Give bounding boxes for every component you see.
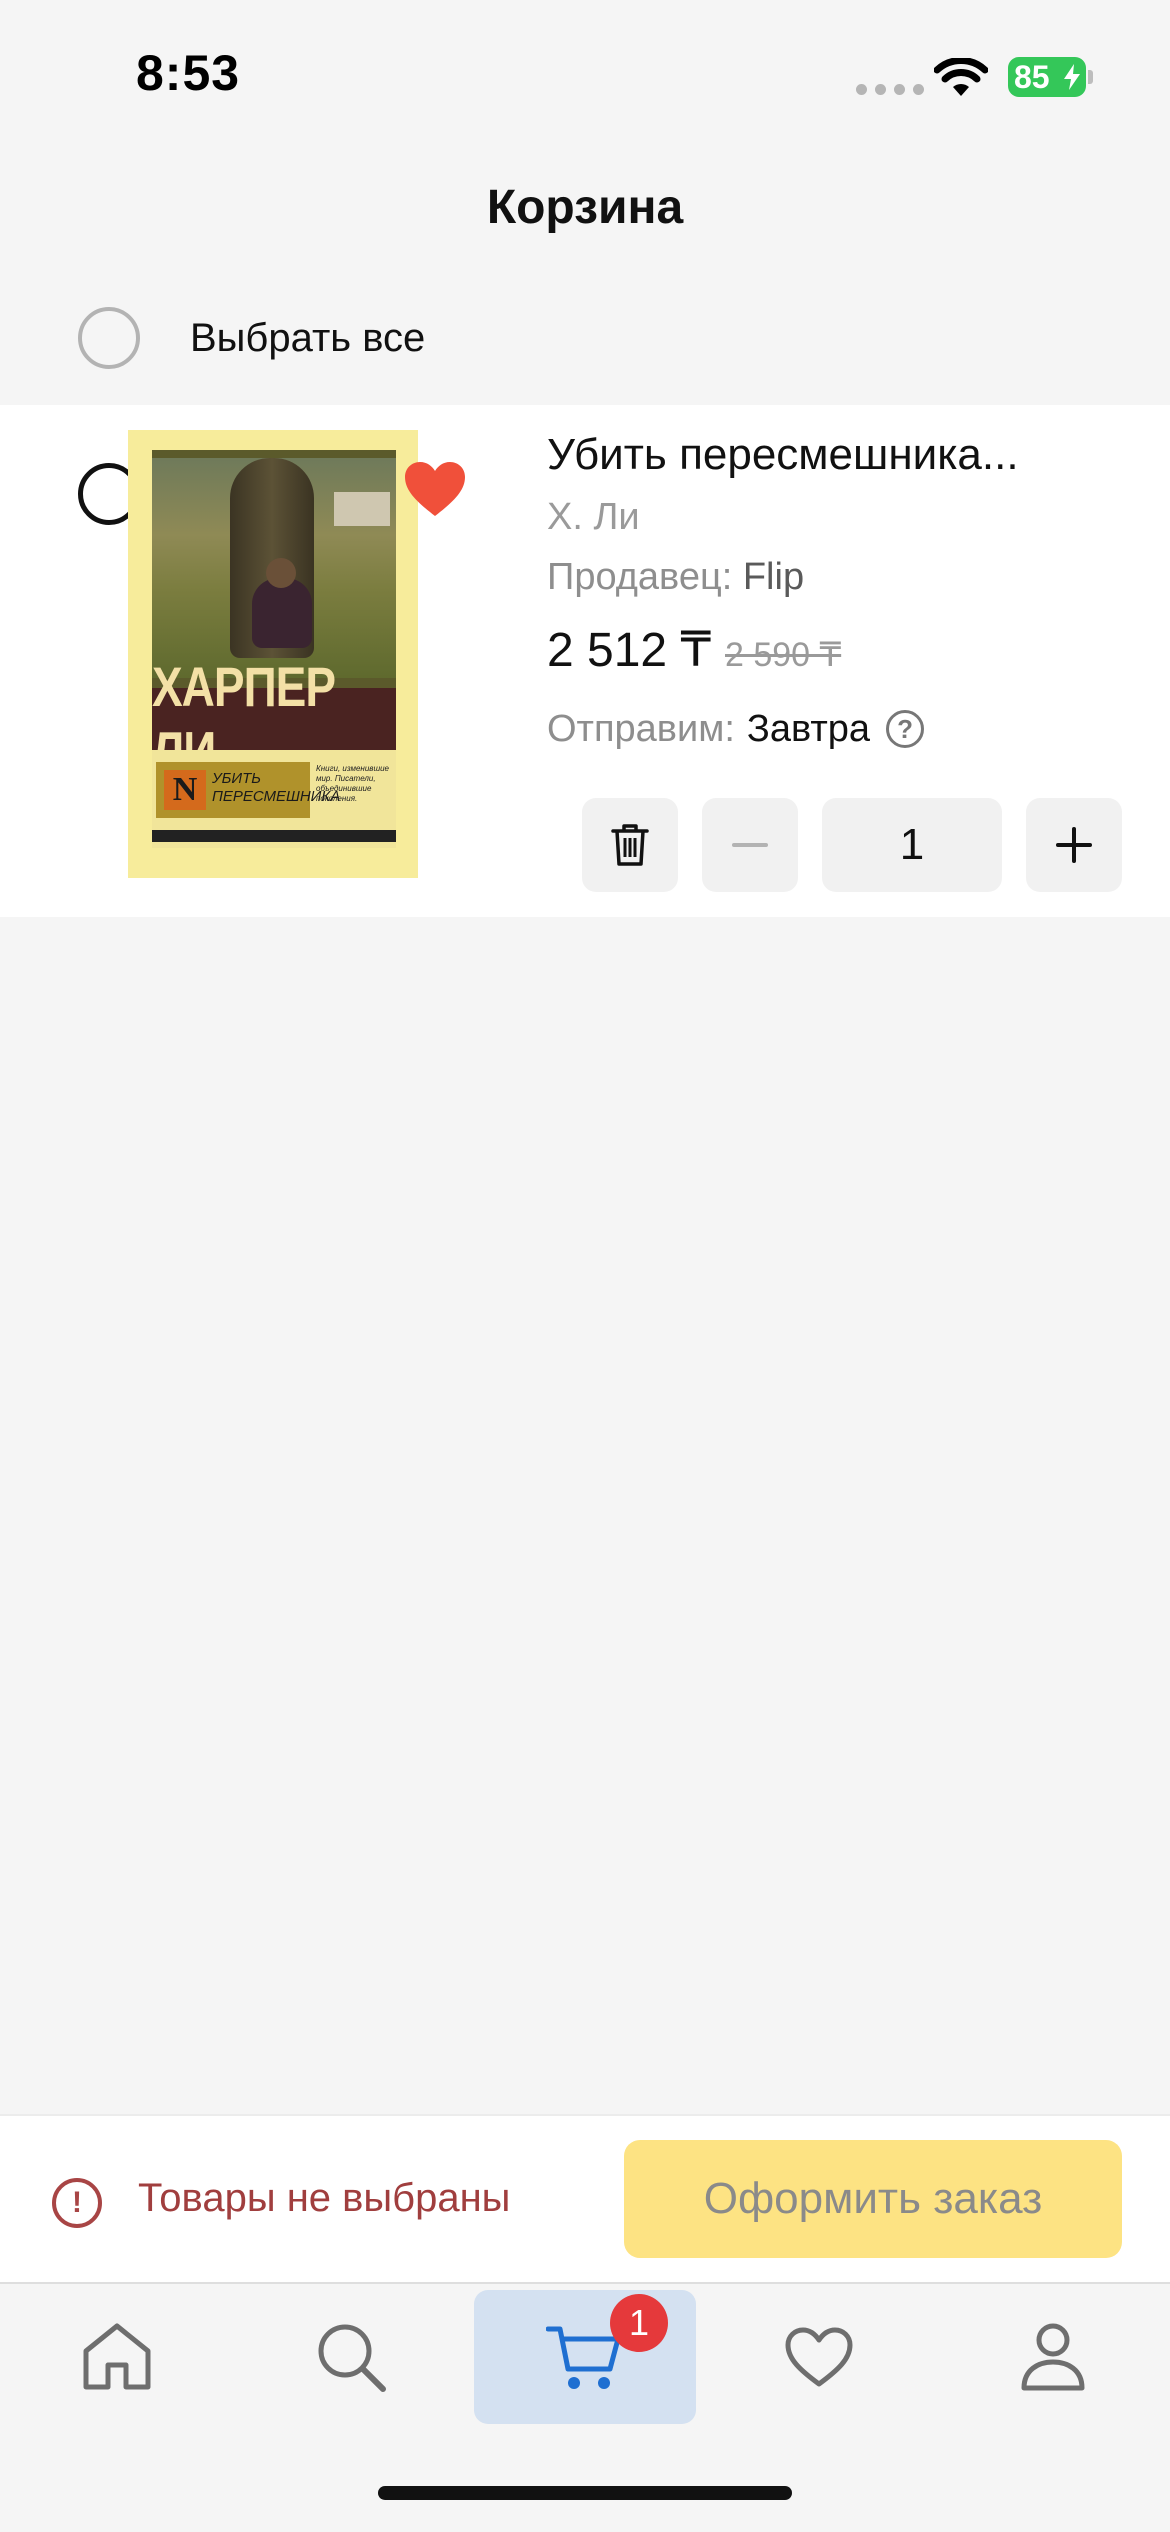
increase-quantity-button[interactable] bbox=[1026, 798, 1122, 892]
cover-strip bbox=[152, 830, 396, 842]
shipping-value: Завтра bbox=[746, 708, 871, 750]
quantity-value[interactable]: 1 bbox=[822, 798, 1002, 892]
order-bar: ! Товары не выбраны Оформить заказ bbox=[0, 2114, 1170, 2282]
trash-icon bbox=[611, 824, 649, 866]
delete-button[interactable] bbox=[582, 798, 678, 892]
shipping-label: Отправим: bbox=[547, 708, 735, 750]
home-icon bbox=[83, 2323, 151, 2390]
book-cover-image[interactable]: ХАРПЕР ЛИ N УБИТЬ ПЕРЕСМЕШНИКА Книги, из… bbox=[128, 430, 418, 878]
cart-count-badge: 1 bbox=[610, 2294, 668, 2352]
cover-scene bbox=[152, 458, 396, 678]
wifi-icon bbox=[934, 58, 988, 96]
quantity-controls: 1 bbox=[582, 798, 1122, 892]
warning-icon: ! bbox=[52, 2178, 102, 2228]
cover-artwork: ХАРПЕР ЛИ N УБИТЬ ПЕРЕСМЕШНИКА Книги, из… bbox=[152, 450, 396, 848]
cover-publisher-logo: N bbox=[164, 770, 206, 810]
price-old: 2 590 ₸ bbox=[725, 636, 842, 674]
search-icon bbox=[318, 2324, 386, 2392]
seller-label: Продавец: bbox=[547, 556, 733, 598]
tab-favorites[interactable] bbox=[708, 2290, 930, 2424]
home-indicator bbox=[378, 2486, 792, 2500]
item-info: Убить пересмешника... Х. Ли Продавец: Fl… bbox=[547, 425, 1147, 759]
cover-title-box: N УБИТЬ ПЕРЕСМЕШНИКА bbox=[156, 762, 340, 818]
cover-figure-head bbox=[266, 558, 296, 588]
battery-level: 85 bbox=[1014, 58, 1050, 95]
price-row: 2 512 ₸ 2 590 ₸ bbox=[547, 621, 1147, 685]
tab-home[interactable] bbox=[6, 2290, 228, 2424]
cover-blurb: Книги, изменившие мир. Писатели, объедин… bbox=[316, 764, 389, 803]
battery-nub bbox=[1088, 70, 1093, 84]
decrease-quantity-button[interactable] bbox=[702, 798, 798, 892]
tab-cart[interactable]: 1 bbox=[474, 2290, 696, 2424]
status-time: 8:53 bbox=[136, 45, 241, 101]
item-seller: Продавец: Flip bbox=[547, 547, 1147, 607]
battery-indicator: 85 bbox=[1008, 57, 1086, 97]
item-author: Х. Ли bbox=[547, 496, 640, 538]
charging-bolt-icon bbox=[1064, 64, 1080, 90]
no-items-warning: Товары не выбраны bbox=[138, 2176, 511, 2220]
tab-profile[interactable] bbox=[942, 2290, 1164, 2424]
cellular-signal-icon bbox=[856, 84, 924, 95]
page-title: Корзина bbox=[486, 181, 684, 234]
cover-author-band: ХАРПЕР ЛИ bbox=[152, 655, 396, 783]
minus-icon bbox=[732, 843, 768, 847]
profile-icon bbox=[1021, 2323, 1085, 2391]
cover-house bbox=[334, 492, 390, 526]
select-all-row[interactable]: Выбрать все bbox=[78, 302, 425, 374]
favorite-heart-icon[interactable] bbox=[403, 460, 467, 518]
cart-item: ХАРПЕР ЛИ N УБИТЬ ПЕРЕСМЕШНИКА Книги, из… bbox=[0, 405, 1170, 917]
plus-icon bbox=[1056, 827, 1092, 863]
tab-search[interactable] bbox=[240, 2290, 462, 2424]
seller-name[interactable]: Flip bbox=[743, 556, 804, 598]
status-bar: 8:53 85 bbox=[0, 0, 1170, 150]
select-all-checkbox[interactable] bbox=[78, 307, 140, 369]
heart-icon bbox=[785, 2327, 853, 2387]
select-all-label: Выбрать все bbox=[190, 315, 426, 360]
shipping-row: Отправим: Завтра ? bbox=[547, 699, 1147, 759]
checkout-button[interactable]: Оформить заказ bbox=[624, 2140, 1122, 2258]
price-current: 2 512 ₸ bbox=[547, 624, 711, 677]
cover-figure bbox=[252, 578, 312, 648]
cover-lower: N УБИТЬ ПЕРЕСМЕШНИКА Книги, изменившие м… bbox=[152, 750, 396, 848]
help-icon[interactable]: ? bbox=[886, 710, 925, 748]
item-title[interactable]: Убить пересмешника... bbox=[547, 425, 1087, 485]
